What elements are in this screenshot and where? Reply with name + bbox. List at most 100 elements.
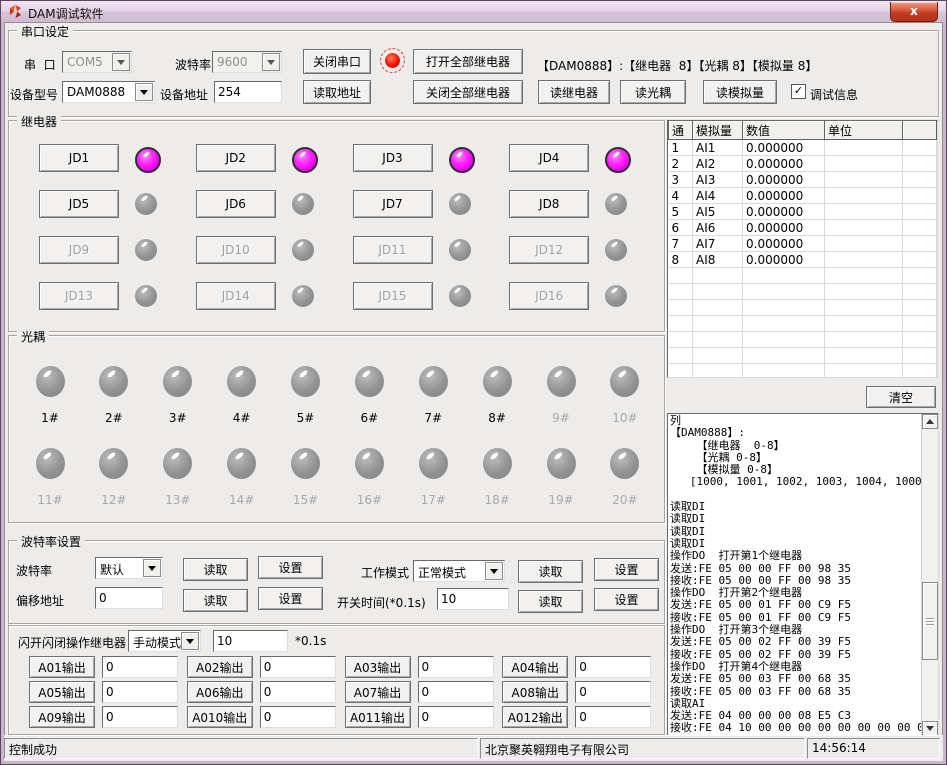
table-row[interactable]: 5AI50.000000: [669, 204, 937, 220]
read-addr-button[interactable]: 读取地址: [303, 80, 371, 104]
read-relays-button[interactable]: 读继电器: [538, 80, 610, 104]
output-button-a06输出[interactable]: A06输出: [187, 681, 253, 703]
output-value-input[interactable]: [102, 656, 178, 678]
output-button-a07输出[interactable]: A07输出: [345, 681, 411, 703]
close-button[interactable]: x: [890, 2, 938, 22]
output-button-a011输出[interactable]: A011输出: [345, 706, 411, 728]
titlebar[interactable]: DAM调试软件 x: [1, 1, 946, 22]
output-button-a03输出[interactable]: A03输出: [345, 656, 411, 678]
table-row[interactable]: 6AI60.000000: [669, 220, 937, 236]
output-value-input[interactable]: [102, 706, 178, 728]
table-row[interactable]: 7AI70.000000: [669, 236, 937, 252]
baud-set-button[interactable]: 设置: [258, 556, 323, 579]
read-analog-button[interactable]: 读模拟量: [703, 80, 777, 104]
work-mode-read-button[interactable]: 读取: [518, 560, 583, 583]
relay-button-jd3[interactable]: JD3: [353, 144, 433, 172]
output-value-input[interactable]: [260, 706, 336, 728]
open-all-relays-button[interactable]: 打开全部继电器: [413, 49, 523, 74]
output-button-a09输出[interactable]: A09输出: [29, 706, 95, 728]
relay-button-jd4[interactable]: JD4: [509, 144, 589, 172]
relay-button-jd8[interactable]: JD8: [509, 190, 589, 218]
table-row[interactable]: [669, 268, 937, 284]
close-all-relays-button[interactable]: 关闭全部继电器: [413, 80, 523, 104]
offset-set-button[interactable]: 设置: [258, 587, 323, 610]
clear-log-button[interactable]: 清空: [866, 386, 936, 408]
chevron-down-icon[interactable]: [262, 53, 280, 71]
relay-button-jd14[interactable]: JD14: [196, 282, 276, 310]
flash-mode-select[interactable]: 手动模式: [128, 630, 201, 652]
relay-button-jd5[interactable]: JD5: [39, 190, 119, 218]
chevron-down-icon[interactable]: [112, 53, 130, 71]
table-row[interactable]: [669, 300, 937, 316]
work-mode-set-button[interactable]: 设置: [594, 558, 659, 581]
output-value-input[interactable]: [260, 681, 336, 703]
analog-col-header[interactable]: 单位: [825, 121, 903, 140]
output-value-input[interactable]: [418, 681, 494, 703]
baud-setting-select[interactable]: 默认: [95, 557, 163, 579]
chevron-down-icon[interactable]: [181, 632, 199, 650]
relay-button-jd6[interactable]: JD6: [196, 190, 276, 218]
analog-col-header[interactable]: 通: [669, 121, 693, 140]
relay-button-jd13[interactable]: JD13: [39, 282, 119, 310]
table-row[interactable]: 8AI80.000000: [669, 252, 937, 268]
scroll-down-icon[interactable]: [922, 721, 938, 736]
output-value-input[interactable]: [102, 681, 178, 703]
offset-addr-input[interactable]: [95, 587, 163, 609]
work-mode-select[interactable]: 正常模式: [413, 560, 505, 582]
table-row[interactable]: [669, 316, 937, 332]
output-button-a08输出[interactable]: A08输出: [502, 681, 568, 703]
flash-time-input[interactable]: [213, 630, 288, 652]
device-addr-input[interactable]: [214, 81, 282, 103]
relay-button-jd11[interactable]: JD11: [353, 236, 433, 264]
log-scrollbar[interactable]: [921, 414, 938, 736]
close-serial-button[interactable]: 关闭串口: [303, 49, 371, 74]
switch-time-input[interactable]: [437, 588, 509, 610]
chevron-down-icon[interactable]: [143, 559, 161, 577]
relay-button-jd12[interactable]: JD12: [509, 236, 589, 264]
switch-time-set-button[interactable]: 设置: [594, 588, 659, 611]
debug-info-checkbox[interactable]: ✓: [791, 84, 806, 99]
table-row[interactable]: [669, 332, 937, 348]
debug-log-panel[interactable]: 列【DAM0888】: 【继电器 0-8】 【光耦 0-8】 【模拟量 0-8】…: [667, 413, 939, 737]
baud-select[interactable]: 9600: [212, 51, 282, 73]
table-row[interactable]: [669, 348, 937, 364]
relay-button-jd7[interactable]: JD7: [353, 190, 433, 218]
output-button-a010输出[interactable]: A010输出: [187, 706, 253, 728]
analog-col-header[interactable]: [903, 121, 937, 140]
output-value-input[interactable]: [418, 656, 494, 678]
output-value-input[interactable]: [418, 706, 494, 728]
output-button-a012输出[interactable]: A012输出: [502, 706, 568, 728]
baud-read-button[interactable]: 读取: [183, 558, 248, 581]
analog-col-header[interactable]: 数值: [743, 121, 825, 140]
chevron-down-icon[interactable]: [135, 83, 153, 101]
relay-button-jd15[interactable]: JD15: [353, 282, 433, 310]
table-row[interactable]: 2AI20.000000: [669, 156, 937, 172]
relay-button-jd2[interactable]: JD2: [196, 144, 276, 172]
chevron-down-icon[interactable]: [485, 562, 503, 580]
output-button-a02输出[interactable]: A02输出: [187, 656, 253, 678]
relay-button-jd10[interactable]: JD10: [196, 236, 276, 264]
output-value-input[interactable]: [260, 656, 336, 678]
scrollbar-thumb[interactable]: [922, 582, 938, 660]
relay-button-jd9[interactable]: JD9: [39, 236, 119, 264]
output-value-input[interactable]: [575, 681, 651, 703]
output-button-a04输出[interactable]: A04输出: [502, 656, 568, 678]
scroll-up-icon[interactable]: [922, 414, 938, 429]
offset-read-button[interactable]: 读取: [183, 589, 248, 612]
output-button-a01输出[interactable]: A01输出: [29, 656, 95, 678]
relay-button-jd1[interactable]: JD1: [39, 144, 119, 172]
switch-time-read-button[interactable]: 读取: [518, 590, 583, 613]
read-opto-button[interactable]: 读光耦: [620, 80, 686, 104]
output-value-input[interactable]: [575, 656, 651, 678]
table-row[interactable]: 4AI40.000000: [669, 188, 937, 204]
com-port-select[interactable]: COM5: [62, 51, 132, 73]
output-button-a05输出[interactable]: A05输出: [29, 681, 95, 703]
table-row[interactable]: 3AI30.000000: [669, 172, 937, 188]
table-row[interactable]: [669, 364, 937, 379]
table-row[interactable]: [669, 284, 937, 300]
relay-button-jd16[interactable]: JD16: [509, 282, 589, 310]
output-value-input[interactable]: [575, 706, 651, 728]
table-row[interactable]: 1AI10.000000: [669, 140, 937, 156]
analog-col-header[interactable]: 模拟量: [693, 121, 743, 140]
device-model-select[interactable]: DAM0888: [62, 81, 155, 103]
